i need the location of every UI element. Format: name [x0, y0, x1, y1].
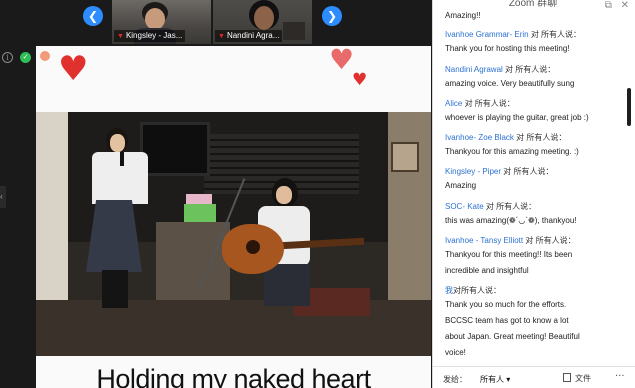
- sharer-avatar-icon: [40, 51, 50, 61]
- participant-face: [145, 8, 165, 30]
- guitarist-legs: [264, 264, 310, 306]
- recipient-label: 对 所有人说：: [530, 30, 582, 39]
- heart-icon: ♥: [352, 70, 368, 90]
- message-text: Thankyou for this amazing meeting. :): [445, 147, 579, 156]
- recipient-label: 对 所有人说：: [516, 133, 567, 142]
- chat-message: Nandini Agrawal 对 所有人说： amazing voice. V…: [445, 63, 625, 92]
- message-text: whoever is playing the guitar, great job…: [445, 113, 589, 122]
- message-text: Thank you so much for the efforts.: [445, 300, 567, 309]
- chat-footer: 发给： 所有人 ▾ 文件 ···: [433, 368, 635, 388]
- participant-background: [283, 22, 305, 40]
- singer-legs: [102, 270, 128, 308]
- sender-name[interactable]: Ivanhoe Grammar- Erin: [445, 30, 529, 39]
- participant-video-1[interactable]: ▼ Kingsley - Jas...: [112, 0, 211, 44]
- meeting-info-icon[interactable]: i: [2, 52, 13, 63]
- sender-name[interactable]: 我: [445, 286, 453, 295]
- chat-panel: Zoom 群聊 ⧉ ✕ Amazing!! Ivanhoe Grammar- E…: [432, 0, 635, 388]
- wall-picture: [391, 142, 419, 172]
- message-text: this was amazing(❁´◡`❁), thankyou!: [445, 216, 577, 225]
- message-header: SOC- Kate 对 所有人说：: [445, 200, 625, 213]
- message-text: Thank you for hosting this meeting!: [445, 44, 570, 53]
- chat-scrollbar[interactable]: [627, 88, 631, 126]
- chat-message: Ivanhoe- Zoe Black 对 所有人说： Thankyou for …: [445, 131, 625, 160]
- file-icon: [563, 373, 571, 382]
- shared-screen-slide: ♥ ♥ ♥ Holding my naked heart: [36, 46, 431, 388]
- chat-message: Kingsley - Piper 对 所有人说： Amazing: [445, 165, 625, 194]
- chat-message: Ivanhoe Grammar- Erin 对 所有人说： Thank you …: [445, 28, 625, 57]
- chat-message: Ivanhoe - Tansy Elliott 对 所有人说： Thankyou…: [445, 234, 625, 279]
- microphone: [120, 152, 124, 166]
- shelf: [156, 222, 230, 300]
- participant-video-2[interactable]: ▼ Nandini Agra...: [213, 0, 312, 44]
- gallery-strip: ❮ ▼ Kingsley - Jas... ▼ Nandini Agra... ❯: [0, 0, 432, 44]
- recipient-label: 对 所有人说：: [485, 202, 537, 211]
- collapse-panel-icon[interactable]: ‹: [0, 186, 6, 208]
- heart-icon: ♥: [58, 49, 89, 89]
- mic-muted-icon: ▼: [218, 33, 225, 40]
- more-options-button[interactable]: ···: [615, 371, 625, 382]
- sender-name[interactable]: Alice: [445, 99, 462, 108]
- sender-name[interactable]: Ivanhoe - Tansy Elliott: [445, 236, 523, 245]
- recipient-dropdown[interactable]: 所有人 ▾: [477, 373, 513, 386]
- sender-name[interactable]: Nandini Agrawal: [445, 65, 503, 74]
- guitarist-face: [276, 186, 292, 204]
- floor: [36, 300, 431, 356]
- message-text: Thankyou for this meeting!! Its been: [445, 250, 573, 259]
- recipient-label: 对 所有人说：: [503, 167, 554, 176]
- chat-divider: [433, 366, 635, 367]
- message-header: Ivanhoe - Tansy Elliott 对 所有人说：: [445, 234, 625, 247]
- participant-face: [254, 6, 274, 30]
- file-label: 文件: [575, 374, 591, 383]
- file-button[interactable]: 文件: [563, 373, 591, 384]
- participant-label: ▼ Kingsley - Jas...: [114, 30, 186, 42]
- chat-message: Alice 对 所有人说： whoever is playing the gui…: [445, 97, 625, 126]
- message-header: Alice 对 所有人说：: [445, 97, 625, 110]
- recipient-label: 对 所有人说：: [505, 65, 556, 74]
- chat-message: 我对所有人说： Thank you so much for the effort…: [445, 284, 625, 361]
- message-text: about Japan. Great meeting! Beautiful: [445, 332, 580, 341]
- encryption-shield-icon[interactable]: ✓: [20, 52, 31, 63]
- performance-photo: [36, 112, 431, 356]
- chat-message: SOC- Kate 对 所有人说： this was amazing(❁´◡`❁…: [445, 200, 625, 229]
- slide-caption: Holding my naked heart: [96, 364, 371, 388]
- participant-name: Kingsley - Jas...: [125, 31, 183, 40]
- message-header: Kingsley - Piper 对 所有人说：: [445, 165, 625, 178]
- participant-label: ▼ Nandini Agra...: [215, 30, 283, 42]
- message-header: Nandini Agrawal 对 所有人说：: [445, 63, 625, 76]
- chevron-right-icon[interactable]: ❯: [322, 6, 342, 26]
- message-header: Ivanhoe Grammar- Erin 对 所有人说：: [445, 28, 625, 41]
- message-text: voice!: [445, 348, 466, 357]
- chevron-left-icon[interactable]: ❮: [83, 6, 103, 26]
- send-to-label: 发给：: [443, 375, 467, 384]
- television: [140, 122, 210, 176]
- recipient-label: 对 所有人说：: [464, 99, 515, 108]
- participant-name: Nandini Agra...: [226, 31, 280, 40]
- message-header: Ivanhoe- Zoe Black 对 所有人说：: [445, 131, 625, 144]
- heart-icon: ♥: [329, 46, 355, 76]
- recipient-label: 对 所有人说：: [525, 236, 576, 245]
- guitar-sound-hole: [246, 240, 260, 254]
- sender-name[interactable]: Kingsley - Piper: [445, 167, 501, 176]
- mic-muted-icon: ▼: [117, 33, 124, 40]
- green-bucket: [184, 204, 216, 222]
- chat-message: Amazing!!: [445, 8, 625, 24]
- message-text: BCCSC team has got to know a lot: [445, 316, 569, 325]
- recipient-label: 对所有人说：: [453, 286, 501, 295]
- message-text: Amazing: [445, 181, 477, 190]
- message-text: Amazing!!: [445, 11, 481, 20]
- sender-name[interactable]: SOC- Kate: [445, 202, 484, 211]
- singer-face: [110, 134, 125, 152]
- message-text: incredible and insightful: [445, 266, 529, 275]
- message-text: amazing voice. Very beautifully sung: [445, 79, 575, 88]
- sender-name[interactable]: Ivanhoe- Zoe Black: [445, 133, 514, 142]
- message-header: 我对所有人说：: [445, 284, 625, 297]
